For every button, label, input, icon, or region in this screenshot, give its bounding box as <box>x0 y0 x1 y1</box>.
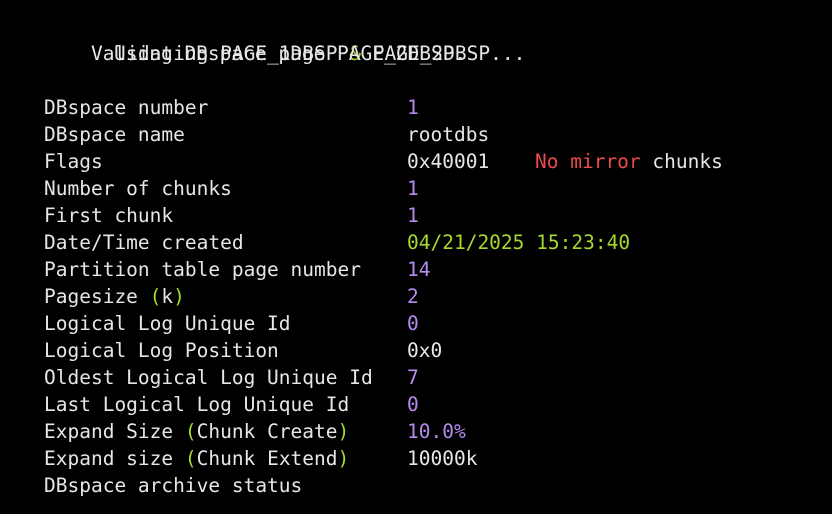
pagesize-label-inner: k <box>161 285 174 308</box>
label-logical-log-position: Logical Log Position <box>44 339 279 362</box>
paren-close: ) <box>337 420 350 443</box>
label-flags: Flags <box>44 150 103 173</box>
label-dbspace-number: DBspace number <box>44 96 209 119</box>
value-dbspace-name: rootdbs <box>407 123 490 146</box>
value-dbspace-number: 1 <box>407 96 419 119</box>
value-logical-log-position: 0x0 <box>407 339 443 362</box>
label-expand-size-extend: Expand size (Chunk Extend) <box>44 445 349 472</box>
value-number-of-chunks: 1 <box>407 177 419 200</box>
value-partition-table-page: 14 <box>407 258 431 281</box>
value-expand-size-create: 10.0% <box>407 420 466 443</box>
paren-close: ) <box>337 447 350 470</box>
paren-close: ) <box>173 285 185 308</box>
label-dbspace-name: DBspace name <box>44 123 185 146</box>
label-partition-table-page: Partition table page number <box>44 258 361 281</box>
value-flags: 0x40001 <box>407 150 490 173</box>
paren-open: ( <box>184 420 197 443</box>
terminal-window: Validating PAGE_1DBSP & PAGE_2DBSP... Us… <box>0 0 832 514</box>
expand-create-label-inner: Chunk Create <box>196 420 338 443</box>
flags-note-suffix: chunks <box>640 150 723 173</box>
label-expand-size-create: Expand Size (Chunk Create) <box>44 418 349 445</box>
label-first-chunk: First chunk <box>44 204 174 227</box>
value-first-chunk: 1 <box>407 204 419 227</box>
label-number-of-chunks: Number of chunks <box>44 177 232 200</box>
value-oldest-logical-log-unique-id: 7 <box>407 366 419 389</box>
value-logical-log-unique-id: 0 <box>407 312 419 335</box>
value-date-time-created: 04/21/2025 15:23:40 <box>407 231 631 254</box>
label-last-logical-log-unique-id: Last Logical Log Unique Id <box>44 393 350 416</box>
pagesize-label-pre: Pagesize <box>44 285 150 308</box>
validating-line: Validating PAGE_1DBSP & PAGE_2DBSP... <box>44 13 525 65</box>
value-expand-size-extend: 10000k <box>407 447 478 470</box>
paren-open: ( <box>184 447 197 470</box>
flags-note: No mirror chunks <box>535 148 723 175</box>
label-pagesize: Pagesize (k) <box>44 283 185 310</box>
label-oldest-logical-log-unique-id: Oldest Logical Log Unique Id <box>44 366 373 389</box>
paren-open: ( <box>149 285 162 308</box>
expand-create-label-pre: Expand Size <box>44 420 185 443</box>
value-pagesize: 2 <box>407 285 419 308</box>
label-date-time-created: Date/Time created <box>44 231 244 254</box>
no-mirror-warning: No mirror <box>535 150 641 173</box>
expand-extend-label-inner: Chunk Extend <box>196 447 338 470</box>
using-line: Using DBspace page PAGE_2DBSP. <box>114 42 467 65</box>
label-logical-log-unique-id: Logical Log Unique Id <box>44 312 291 335</box>
label-archive-status: DBspace archive status <box>44 474 303 497</box>
expand-extend-label-pre: Expand size <box>44 447 185 470</box>
value-last-logical-log-unique-id: 0 <box>407 393 419 416</box>
